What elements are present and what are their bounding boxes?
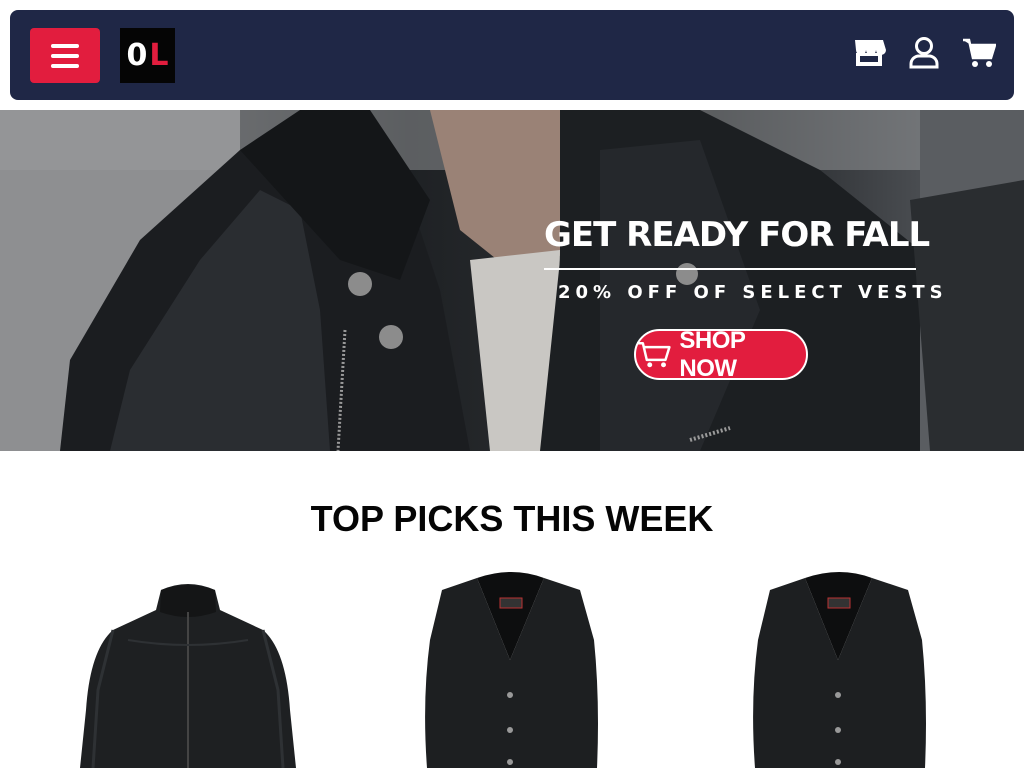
hamburger-icon: [51, 43, 79, 48]
shop-now-button[interactable]: SHOP NOW: [634, 326, 808, 382]
leather-vest-image: [753, 572, 926, 768]
leather-jacket-photo: [0, 110, 1024, 451]
leather-vest-image: [425, 572, 598, 768]
product-card-vest-1[interactable]: [382, 570, 642, 768]
cart-icon: [636, 341, 671, 367]
product-card-jacket[interactable]: [58, 570, 318, 769]
site-header: 0 L: [10, 10, 1014, 100]
site-logo[interactable]: 0 L: [120, 28, 175, 83]
menu-button[interactable]: [30, 28, 100, 83]
product-card-vest-2[interactable]: [710, 570, 970, 768]
banner-title: GET READY FOR FALL: [544, 215, 930, 255]
section-title: TOP PICKS THIS WEEK: [310, 498, 714, 539]
banner-subtitle: 20% OFF OF SELECT VESTS: [558, 282, 948, 303]
shop-now-label: SHOP NOW: [679, 326, 745, 382]
banner-divider: [544, 268, 916, 270]
leather-jacket-image: [80, 584, 296, 769]
user-icon[interactable]: [907, 36, 941, 70]
store-icon[interactable]: [852, 36, 886, 70]
hero-banner[interactable]: GET READY FOR FALL 20% OFF OF SELECT VES…: [0, 110, 1024, 451]
cart-icon[interactable]: [962, 36, 997, 70]
